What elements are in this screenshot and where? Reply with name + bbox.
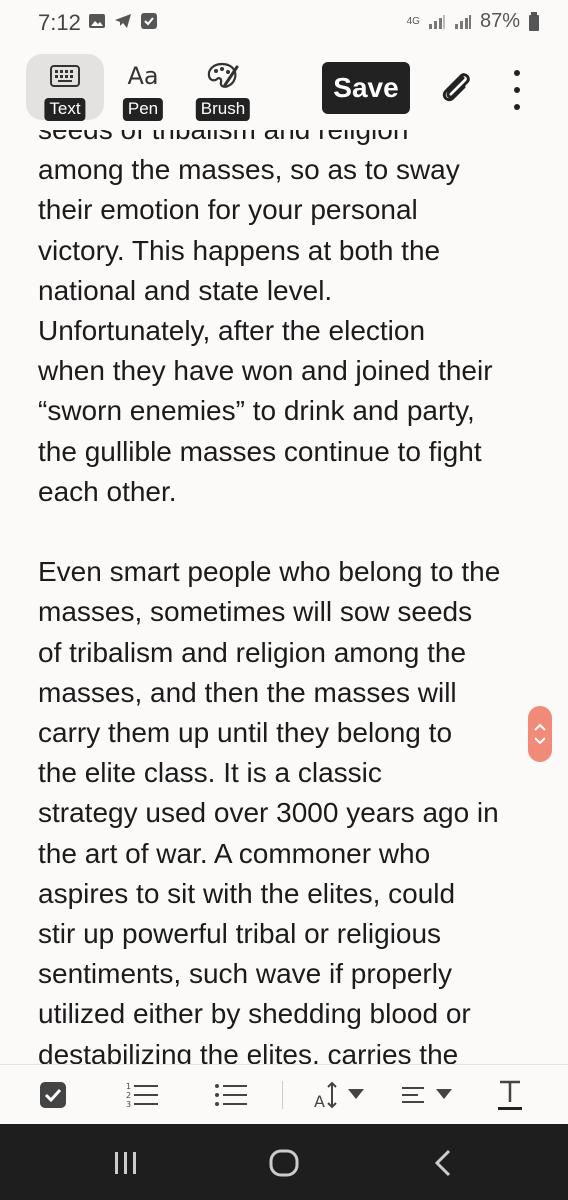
paragraph-line: Unfortunately, after the election [38,315,426,347]
text-format-button[interactable] [496,1079,524,1111]
recent-apps-icon[interactable] [112,1150,140,1176]
note-body[interactable]: seeds of tribalism and religion among th… [38,130,538,1064]
text-style-icon: Aa [127,62,159,90]
editor-toolbar: Text Aa Pen Brush Save [0,48,568,130]
signal-icon [428,14,445,29]
paragraph-line: destabilizing the elites, carries the [38,1038,459,1064]
back-icon[interactable] [432,1148,454,1178]
chevron-up-icon [534,723,546,731]
tool-pen[interactable]: Aa Pen [104,54,182,121]
tool-brush[interactable]: Brush [184,54,262,121]
font-size-icon: A [314,1081,364,1111]
network-type: 4G [406,15,420,27]
paragraph-line: stir up powerful tribal or religious [38,918,442,950]
tool-brush-label: Brush [195,98,251,121]
home-icon[interactable] [268,1148,300,1178]
checkbox-button[interactable] [38,1079,68,1111]
paragraph-line: sentiments, such wave if properly [38,958,452,990]
paragraph-line: victory. This happens at both the [38,234,441,266]
note-content[interactable]: seeds of tribalism and religion among th… [0,130,568,1064]
paragraph-line: “sworn enemies” to drink and party, [38,395,475,427]
more-vertical-icon[interactable] [502,70,532,110]
signal-icon-2 [454,14,471,29]
paragraph-line: carry them up until they belong to [38,717,453,749]
paragraph-line: the elite class. It is a classic [38,757,382,789]
battery-icon [529,11,539,31]
text-format-icon [498,1080,522,1110]
scroll-handle[interactable] [528,706,552,762]
paragraph-line: national and state level. [38,274,333,306]
paragraph-line: masses, and then the masses will [38,676,457,708]
align-button[interactable] [400,1079,456,1111]
paragraph-line: aspires to sit with the elites, could [38,877,456,909]
paragraph-line: masses, sometimes will sow seeds [38,596,473,628]
paragraph-line: among the masses, so as to sway [38,154,460,186]
save-button[interactable]: Save [322,62,410,114]
checkbox-icon [40,1082,66,1108]
paragraph-line: utilized either by shedding blood or [38,998,471,1030]
paragraph-line: each other. [38,475,177,507]
image-icon [89,14,105,28]
partial-line: seeds of tribalism and religion [38,130,538,150]
numbered-list-button[interactable]: 123 [124,1079,160,1111]
numbered-list-icon: 123 [126,1082,158,1109]
font-size-button[interactable]: A [312,1079,368,1111]
chevron-down-icon [534,737,546,745]
svg-text:1: 1 [126,1082,131,1091]
paragraph-line: the art of war. A commoner who [38,837,431,869]
system-nav-bar [0,1124,568,1200]
battery-percent: 87% [479,10,520,32]
telegram-icon [115,14,131,28]
status-time: 7:12 [38,10,81,35]
svg-text:A: A [314,1092,325,1111]
paragraph-line: the gullible masses continue to fight [38,435,482,467]
palette-icon [207,62,239,88]
format-bar: 123 A [0,1064,568,1125]
paperclip-icon[interactable] [436,68,476,108]
align-icon [402,1087,452,1103]
bullet-list-icon [215,1084,247,1106]
paragraph-line: their emotion for your personal [38,194,418,226]
svg-text:3: 3 [126,1100,131,1109]
bullet-list-button[interactable] [214,1079,248,1111]
checkbox-notification-icon [141,13,157,29]
tool-text[interactable]: Text [26,54,104,121]
tool-pen-label: Pen [122,98,164,121]
status-right: 4G 87% [407,10,540,33]
status-bar: 7:12 4G 87% [0,0,568,44]
tool-text-label: Text [44,98,86,121]
paragraph-line: strategy used over 3000 years ago in [38,797,499,829]
notification-icons [88,12,158,30]
paragraph-line: Even smart people who belong to the [38,556,501,588]
paragraph-line: when they have won and joined their [38,355,493,387]
svg-text:2: 2 [126,1091,131,1100]
keyboard-icon [50,65,80,87]
format-divider [282,1081,283,1109]
paragraph-line: of tribalism and religion among the [38,636,467,668]
